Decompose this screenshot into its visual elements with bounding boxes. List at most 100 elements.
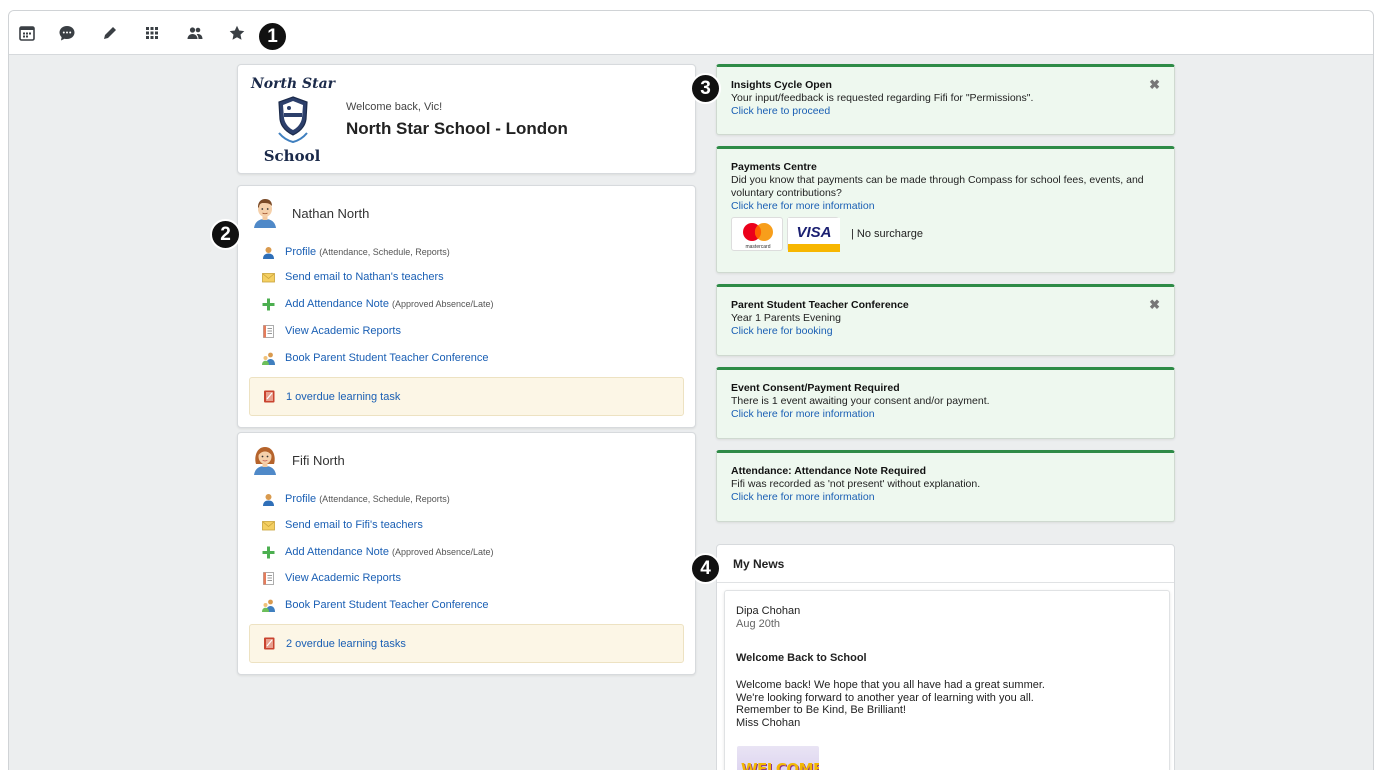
notice-text: Fifi was recorded as 'not present' witho… <box>731 478 981 490</box>
news-body-line: We're looking forward to another year of… <box>736 691 1034 704</box>
news-body-line: Miss Chohan <box>736 716 801 729</box>
student-header: Fifi North <box>252 443 345 477</box>
profile-link[interactable]: Profile <box>285 246 316 258</box>
welcome-text: Welcome back, Vic! <box>346 101 443 113</box>
conference-link-row[interactable]: Book Parent Student Teacher Conference <box>262 597 488 613</box>
notice-payments-centre: Payments Centre Did you know that paymen… <box>716 146 1175 273</box>
student-card-fifi: Fifi North Profile (Attendance, Schedule… <box>237 432 696 675</box>
profile-link-row[interactable]: Profile (Attendance, Schedule, Reports) <box>262 491 450 507</box>
logo-bottom-text: School <box>263 147 321 165</box>
notice-link[interactable]: Click here to proceed <box>731 105 830 118</box>
reports-link-row[interactable]: View Academic Reports <box>262 570 401 586</box>
envelope-icon <box>262 272 275 282</box>
attendance-note: (Approved Absence/Late) <box>391 547 494 557</box>
notice-title: Parent Student Teacher Conference <box>731 299 909 311</box>
profile-icon <box>263 246 274 259</box>
news-body-line: Welcome back! We hope that you all have … <box>736 679 1045 691</box>
overdue-tasks-link[interactable]: 1 overdue learning task <box>286 391 400 403</box>
notice-link[interactable]: Click here for more information <box>731 200 875 213</box>
overdue-tasks-box[interactable]: 1 overdue learning task <box>249 377 684 416</box>
attendance-link-row[interactable]: Add Attendance Note (Approved Absence/La… <box>262 296 494 312</box>
student-name: Fifi North <box>292 452 345 468</box>
notice-insights-cycle: Insights Cycle Open Your input/feedback … <box>716 64 1175 135</box>
notice-link[interactable]: Click here for booking <box>731 325 833 338</box>
conference-icon <box>262 352 275 365</box>
task-book-icon <box>264 637 275 650</box>
my-news-panel: My News Dipa Chohan Aug 20th Welcome Bac… <box>716 544 1175 770</box>
news-image-text: WELCOME <box>741 760 819 770</box>
plus-icon <box>262 546 275 558</box>
news-author: Dipa Chohan <box>736 605 801 617</box>
notice-text: Your input/feedback is requested regardi… <box>731 92 1034 104</box>
mastercard-icon: mastercard <box>743 223 773 250</box>
view-reports-link[interactable]: View Academic Reports <box>285 572 401 584</box>
payment-methods: mastercard VISA | No surcharge <box>731 217 1160 252</box>
close-icon[interactable]: ✖ <box>1149 298 1160 311</box>
notice-text: Did you know that payments can be made t… <box>731 174 1144 199</box>
school-logo: North Star School <box>248 71 338 169</box>
surcharge-text: | No surcharge <box>851 227 923 240</box>
notice-title: Event Consent/Payment Required <box>731 382 900 394</box>
calendar-icon[interactable] <box>18 24 36 42</box>
profile-link[interactable]: Profile <box>285 493 316 505</box>
callout-marker: 2 <box>210 219 241 250</box>
attendance-note: (Approved Absence/Late) <box>391 299 494 309</box>
book-conference-link[interactable]: Book Parent Student Teacher Conference <box>285 599 488 611</box>
profile-note: (Attendance, Schedule, Reports) <box>319 247 450 257</box>
student-header: Nathan North <box>252 196 369 230</box>
profile-link-row[interactable]: Profile (Attendance, Schedule, Reports) <box>262 244 450 260</box>
envelope-icon <box>262 520 275 530</box>
girl-avatar-icon <box>254 447 276 475</box>
callout-marker: 1 <box>257 21 288 52</box>
visa-logo: VISA <box>787 217 840 252</box>
plus-icon <box>262 298 275 310</box>
notice-link[interactable]: Click here for more information <box>731 408 875 421</box>
email-link-row[interactable]: Send email to Fifi's teachers <box>262 517 423 533</box>
reports-link-row[interactable]: View Academic Reports <box>262 323 401 339</box>
notice-parent-conference: Parent Student Teacher Conference Year 1… <box>716 284 1175 356</box>
news-item[interactable]: Dipa Chohan Aug 20th Welcome Back to Sch… <box>724 590 1170 770</box>
people-icon[interactable] <box>186 24 204 42</box>
add-attendance-note-link[interactable]: Add Attendance Note <box>285 298 389 310</box>
top-toolbar <box>9 11 1373 55</box>
news-body-line: Remember to Be Kind, Be Brilliant! <box>736 704 906 716</box>
shield-icon <box>278 96 308 144</box>
school-name: North Star School - London <box>346 119 568 138</box>
chat-icon[interactable] <box>58 24 76 42</box>
news-header: My News <box>717 545 1174 583</box>
notice-text: Year 1 Parents Evening <box>731 312 841 324</box>
notice-text: There is 1 event awaiting your consent a… <box>731 395 990 407</box>
overdue-tasks-box[interactable]: 2 overdue learning tasks <box>249 624 684 663</box>
callout-marker: 3 <box>690 73 721 104</box>
email-teachers-link[interactable]: Send email to Nathan's teachers <box>285 271 444 283</box>
profile-note: (Attendance, Schedule, Reports) <box>319 494 450 504</box>
email-link-row[interactable]: Send email to Nathan's teachers <box>262 269 444 285</box>
notice-title: Insights Cycle Open <box>731 79 832 91</box>
conference-link-row[interactable]: Book Parent Student Teacher Conference <box>262 350 488 366</box>
attendance-link-row[interactable]: Add Attendance Note (Approved Absence/La… <box>262 544 494 560</box>
overdue-tasks-link[interactable]: 2 overdue learning tasks <box>286 638 406 650</box>
notice-title: Attendance: Attendance Note Required <box>731 465 927 477</box>
report-icon <box>263 571 274 585</box>
news-welcome-image: WELCOME <box>737 746 819 770</box>
report-icon <box>263 324 274 338</box>
student-name: Nathan North <box>292 205 370 221</box>
email-teachers-link[interactable]: Send email to Fifi's teachers <box>285 519 423 531</box>
mastercard-label: mastercard <box>745 244 770 250</box>
notice-event-consent: Event Consent/Payment Required There is … <box>716 367 1175 439</box>
notice-link[interactable]: Click here for more information <box>731 491 875 504</box>
news-body: Welcome back! We hope that you all have … <box>736 679 1158 729</box>
book-conference-link[interactable]: Book Parent Student Teacher Conference <box>285 352 488 364</box>
news-date: Aug 20th <box>736 618 781 630</box>
view-reports-link[interactable]: View Academic Reports <box>285 325 401 337</box>
star-icon[interactable] <box>228 24 246 42</box>
student-card-nathan: Nathan North Profile (Attendance, Schedu… <box>237 185 696 428</box>
pencil-icon[interactable] <box>101 24 119 42</box>
conference-icon <box>262 599 275 612</box>
logo-top-text: North Star <box>250 76 336 92</box>
mastercard-logo: mastercard <box>731 217 783 251</box>
grid-icon[interactable] <box>143 24 161 42</box>
notice-title: Payments Centre <box>731 161 817 173</box>
close-icon[interactable]: ✖ <box>1149 78 1160 91</box>
add-attendance-note-link[interactable]: Add Attendance Note <box>285 546 389 558</box>
